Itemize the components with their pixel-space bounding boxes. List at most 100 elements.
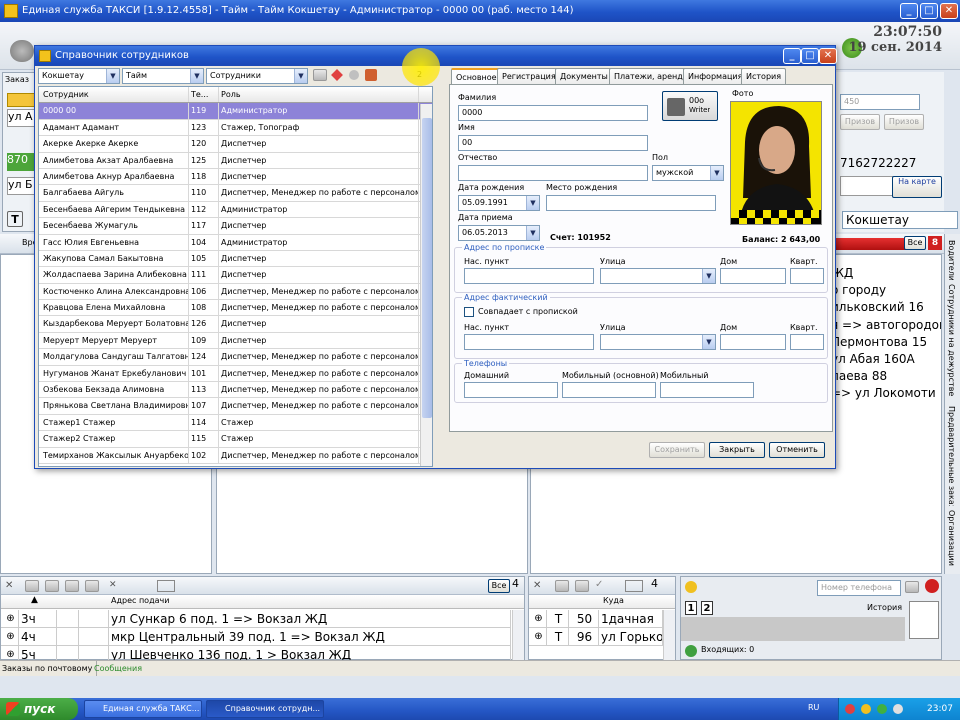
filter-all-button[interactable]: Все — [904, 236, 926, 250]
table-row[interactable]: Адамант Адамант 123 Стажер, Топограф — [39, 119, 432, 137]
hangup-icon[interactable] — [925, 579, 939, 593]
eraser-icon[interactable] — [331, 69, 343, 81]
table-row[interactable]: Жакупова Самал Бакытовна 105 Диспетчер — [39, 250, 432, 268]
check-icon[interactable]: ✓ — [595, 579, 603, 590]
order-tab-label[interactable]: Заказ — [5, 75, 29, 84]
sort-arrow-icon[interactable]: ▲ — [31, 595, 38, 605]
tab-main[interactable]: Основное — [451, 68, 502, 85]
tool-icon[interactable] — [575, 580, 589, 592]
table-scrollbar[interactable] — [420, 104, 432, 466]
header-address[interactable]: Адрес подачи — [111, 596, 169, 605]
order-row[interactable]: ⊕ 3ч ул Сункар 6 под. 1 => Вокзал ЖД — [1, 610, 511, 628]
close-x-icon[interactable]: ✕ — [5, 580, 13, 591]
mobile-input[interactable] — [660, 382, 754, 398]
volume-control[interactable] — [909, 601, 939, 639]
address-line-b[interactable]: ул Б — [7, 177, 37, 195]
reg-apt-input[interactable] — [790, 268, 824, 284]
dial-icon[interactable] — [905, 581, 919, 593]
table-row[interactable]: Алимбетова Акнур Аралбаевна 118 Диспетчер — [39, 168, 432, 186]
save-button[interactable]: Сохранить — [649, 442, 705, 458]
mobile-main-input[interactable] — [562, 382, 656, 398]
table-row[interactable]: Костюченко Алина Александровна 106 Диспетч… — [39, 283, 432, 301]
dialog-minimize-button[interactable]: _ — [783, 48, 801, 64]
envelope-icon[interactable] — [157, 580, 175, 592]
driver-address-item[interactable]: ЖД — [831, 265, 941, 282]
tool-icon-4[interactable] — [85, 580, 99, 592]
table-row[interactable]: Алимбетова Акзат Аралбаевна 125 Диспетчер — [39, 152, 432, 169]
driver-address-item[interactable]: Лермонтова 15 — [831, 334, 941, 351]
tool-icon-3[interactable] — [65, 580, 79, 592]
side-tab-drivers[interactable]: Водители — [947, 240, 956, 280]
hiredate-picker[interactable]: 06.05.2013 ▼ — [458, 225, 540, 241]
line-1-button[interactable]: 1 — [685, 601, 697, 615]
tray-icon[interactable] — [845, 704, 855, 714]
call-button-2[interactable]: Призов — [884, 114, 924, 130]
same-as-reg-checkbox[interactable] — [464, 307, 474, 317]
orders-scrollbar[interactable] — [512, 610, 524, 660]
table-row[interactable]: Гасс Юлия Евгеньевна 104 Администратор — [39, 234, 432, 251]
call-button-1[interactable]: Призов — [840, 114, 880, 130]
address-line-a[interactable]: ул А — [7, 109, 37, 127]
disk-icon[interactable] — [10, 40, 34, 62]
table-row[interactable]: Акерке Акерке Акерке 120 Диспетчер — [39, 136, 432, 153]
grey-dot-icon[interactable] — [349, 70, 359, 80]
name-input[interactable]: 00 — [458, 135, 648, 151]
status-tab-orders[interactable]: Заказы по почтовому — [2, 661, 98, 676]
history-label[interactable]: История — [867, 603, 902, 612]
birthdate-picker[interactable]: 05.09.1991 ▼ — [458, 195, 540, 211]
orders-filter-all[interactable]: Все — [488, 579, 510, 593]
tab-payments[interactable]: Платежи, аренда — [609, 68, 693, 84]
tool-icon[interactable] — [555, 580, 569, 592]
driver-address-item[interactable]: паева 88 — [831, 368, 941, 385]
table-row[interactable]: Темирханов Жаксылык Ануарбеко... 102 Диспе… — [39, 447, 432, 464]
save-disk-icon[interactable] — [313, 69, 327, 81]
surname-input[interactable]: 0000 — [458, 105, 648, 121]
cars-scrollbar[interactable] — [663, 610, 675, 660]
minimize-button[interactable]: _ — [900, 3, 918, 19]
home-phone-input[interactable] — [464, 382, 558, 398]
scrollbar-thumb[interactable] — [422, 118, 432, 418]
phone-number-input[interactable]: Номер телефона — [817, 580, 901, 596]
type-filter-select[interactable]: Сотрудники ▼ — [206, 68, 308, 84]
line-2-button[interactable]: 2 — [701, 601, 713, 615]
table-row[interactable]: Нугуманов Жанат Еркебуланович 101 Диспетче… — [39, 365, 432, 383]
table-row[interactable]: Бесенбаева Айгерим Тендыкевна 112 Админист… — [39, 201, 432, 219]
writer-button[interactable]: 00о Writer — [662, 91, 718, 121]
act-house-input[interactable] — [720, 334, 786, 350]
table-row[interactable]: Стажер2 Стажер 115 Стажер — [39, 431, 432, 448]
car-row[interactable]: ⊕ Т 50 1дачная — [529, 610, 663, 628]
table-row[interactable]: Кыздарбекова Меруерт Болатовна 126 Диспетч… — [39, 316, 432, 333]
cancel-x-icon[interactable]: ✕ — [109, 580, 117, 590]
status-tab-messages[interactable]: Сообщения — [94, 661, 142, 676]
act-street-select[interactable]: ▼ — [600, 334, 716, 350]
table-row[interactable]: Жолдаспаева Зарина Алибековна 111 Диспетче… — [39, 267, 432, 284]
tab-information[interactable]: Информация — [683, 68, 748, 84]
tab-documents[interactable]: Документы — [555, 68, 613, 84]
taxi-t-icon[interactable]: T — [7, 211, 23, 227]
table-row[interactable]: Стажер1 Стажер 114 Стажер — [39, 414, 432, 432]
reg-settlement-input[interactable] — [464, 268, 594, 284]
tool-icon-2[interactable] — [45, 580, 59, 592]
tray-icon[interactable] — [861, 704, 871, 714]
task-employees-dialog[interactable]: Справочник сотрудн... — [206, 700, 324, 718]
maximize-button[interactable]: □ — [920, 3, 938, 19]
table-row[interactable]: Балгабаева Айгуль 110 Диспетчер, Менеджер … — [39, 185, 432, 202]
table-row[interactable]: Прянькова Светлана Владимировна 107 Диспет… — [39, 398, 432, 415]
city-filter-select[interactable]: Кокшетау ▼ — [38, 68, 120, 84]
gender-select[interactable]: мужской ▼ — [652, 165, 724, 181]
birthplace-input[interactable] — [546, 195, 716, 211]
tray-icon[interactable] — [893, 704, 903, 714]
car-row[interactable]: ⊕ Т 96 ул Горько — [529, 628, 663, 646]
language-indicator[interactable]: RU — [808, 703, 819, 712]
reg-house-input[interactable] — [720, 268, 786, 284]
order-row[interactable]: ⊕ 4ч мкр Центральный 39 под. 1 => Вокзал… — [1, 628, 511, 646]
close-button[interactable]: ✕ — [940, 3, 958, 19]
driver-address-item[interactable]: ильковский 16 — [831, 299, 941, 316]
table-row[interactable]: Озбекова Бекзада Алимовна 113 Диспетчер, М… — [39, 382, 432, 399]
envelope-icon[interactable] — [625, 580, 643, 592]
tray-icon[interactable] — [877, 704, 887, 714]
user-delete-icon[interactable] — [365, 69, 377, 81]
table-row[interactable]: Молдагулова Сандугаш Талгатовна 124 Диспет… — [39, 349, 432, 366]
column-header-role[interactable]: Роль — [219, 87, 419, 103]
driver-address-item[interactable]: я => автогородок — [831, 317, 941, 334]
